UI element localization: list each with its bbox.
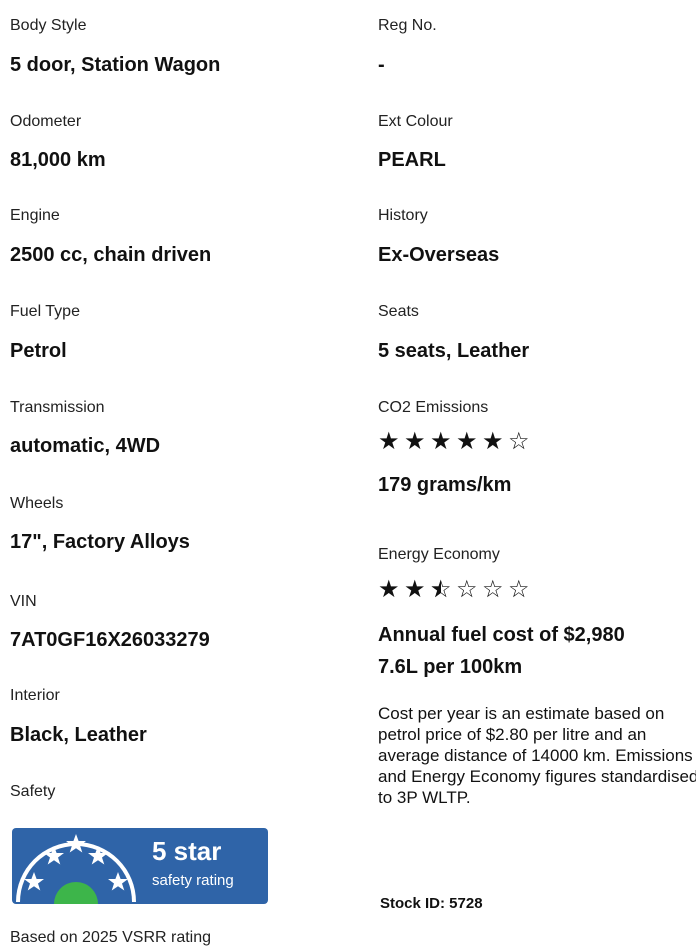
energy-star-rating: ★★☆★☆☆☆ — [378, 577, 696, 603]
star-filled-icon: ★ — [378, 576, 404, 603]
star-filled-icon: ★ — [456, 428, 482, 455]
fuel-type-value: Petrol — [10, 340, 67, 362]
star-empty-icon: ☆ — [508, 576, 534, 603]
interior-label: Interior — [10, 687, 60, 704]
star-half-icon: ☆★ — [430, 576, 456, 603]
star-empty-icon: ☆ — [456, 576, 482, 603]
transmission-field: Transmission automatic, 4WD — [10, 398, 160, 459]
history-label: History — [378, 207, 428, 224]
badge-rating-text: 5 star — [152, 836, 222, 866]
star-filled-icon: ★ — [404, 428, 430, 455]
engine-field: Engine 2500 cc, chain driven — [10, 206, 211, 268]
star-empty-icon: ☆ — [508, 428, 534, 455]
badge-subtitle-text: safety rating — [152, 872, 234, 889]
star-filled-icon: ★ — [404, 576, 430, 603]
body-style-label: Body Style — [10, 17, 87, 34]
fuel-type-label: Fuel Type — [10, 303, 80, 320]
interior-field: Interior Black, Leather — [10, 686, 147, 748]
transmission-label: Transmission — [10, 399, 105, 416]
wheels-label: Wheels — [10, 495, 64, 512]
engine-label: Engine — [10, 207, 60, 224]
odometer-label: Odometer — [10, 113, 82, 130]
safety-note: Based on 2025 VSRR rating — [10, 929, 212, 946]
history-value: Ex-Overseas — [378, 244, 500, 266]
ext-colour-label: Ext Colour — [378, 113, 453, 130]
vin-value: 7AT0GF16X26033279 — [10, 629, 210, 651]
vin-label: VIN — [10, 593, 37, 610]
reg-no-label: Reg No. — [378, 17, 437, 34]
co2-label: CO2 Emissions — [378, 399, 489, 416]
co2-star-rating: ★★★★★☆ — [378, 429, 534, 455]
fuel-consumption: 7.6L per 100km — [378, 656, 523, 678]
energy-note: Cost per year is an estimate based on pe… — [378, 704, 696, 807]
safety-field: Safety — [10, 782, 55, 802]
odometer-field: Odometer 81,000 km — [10, 112, 106, 173]
ext-colour-value: PEARL — [378, 149, 446, 171]
stock-id: Stock ID: 5728 — [380, 895, 483, 912]
wheels-field: Wheels 17", Factory Alloys — [10, 494, 190, 555]
star-filled-icon: ★ — [430, 428, 456, 455]
star-filled-icon: ★ — [378, 428, 404, 455]
odometer-value: 81,000 km — [10, 149, 106, 171]
history-field: History Ex-Overseas — [378, 206, 499, 268]
co2-field: CO2 Emissions ★★★★★☆ 179 grams/km — [378, 398, 534, 498]
energy-field: Energy Economy ★★☆★☆☆☆ Annual fuel cost … — [378, 545, 696, 808]
wheels-value: 17", Factory Alloys — [10, 531, 190, 553]
reg-no-field: Reg No. - — [378, 16, 437, 78]
body-style-field: Body Style 5 door, Station Wagon — [10, 16, 220, 78]
seats-value: 5 seats, Leather — [378, 340, 530, 362]
fuel-type-field: Fuel Type Petrol — [10, 302, 80, 364]
safety-label: Safety — [10, 783, 56, 800]
seats-field: Seats 5 seats, Leather — [378, 302, 529, 364]
safety-badge-graphic — [16, 834, 136, 904]
ext-colour-field: Ext Colour PEARL — [378, 112, 453, 173]
interior-value: Black, Leather — [10, 724, 147, 746]
body-style-value: 5 door, Station Wagon — [10, 54, 221, 76]
safety-rating-badge: 5 star safety rating — [12, 828, 268, 904]
engine-value: 2500 cc, chain driven — [10, 244, 212, 266]
energy-label: Energy Economy — [378, 546, 500, 563]
vin-field: VIN 7AT0GF16X26033279 — [10, 592, 210, 653]
transmission-value: automatic, 4WD — [10, 435, 161, 457]
seats-label: Seats — [378, 303, 419, 320]
star-empty-icon: ☆ — [482, 576, 508, 603]
co2-value: 179 grams/km — [378, 474, 512, 496]
annual-fuel-cost: Annual fuel cost of $2,980 — [378, 624, 625, 646]
reg-no-value: - — [378, 54, 385, 76]
star-filled-icon: ★ — [482, 428, 508, 455]
